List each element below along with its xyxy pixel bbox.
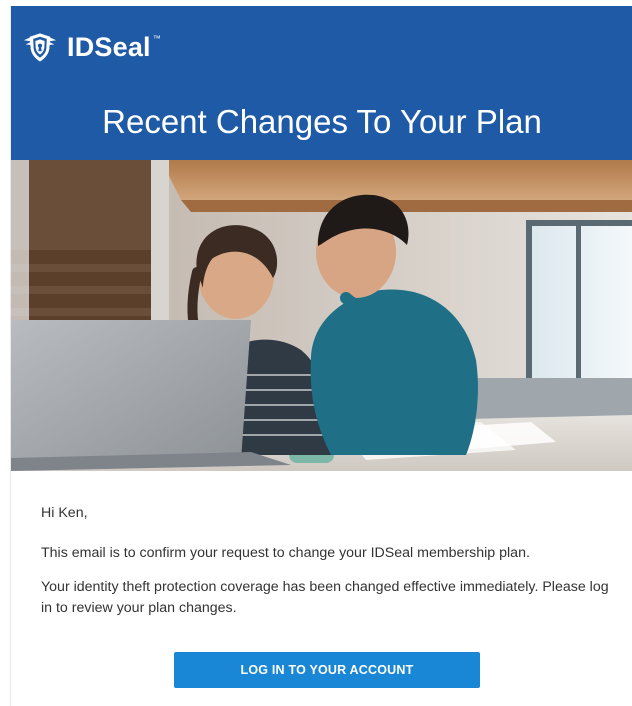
email-frame: IDSeal ™ Recent Changes To Your Plan Hi … bbox=[10, 6, 632, 706]
email-title: Recent Changes To Your Plan bbox=[102, 103, 542, 140]
greeting: Hi Ken, bbox=[41, 505, 88, 521]
brand[interactable]: IDSeal ™ bbox=[23, 30, 161, 64]
hero-photo bbox=[11, 160, 632, 471]
login-account-button[interactable]: LOG IN TO YOUR ACCOUNT bbox=[174, 652, 480, 688]
shield-eagle-icon bbox=[23, 33, 57, 62]
coverage-paragraph: Your identity theft protection coverage … bbox=[41, 579, 609, 616]
email-header: IDSeal ™ Recent Changes To Your Plan bbox=[11, 6, 632, 160]
hero-photo-icon bbox=[11, 160, 632, 471]
trademark-mark: ™ bbox=[152, 34, 161, 43]
confirmation-paragraph: This email is to confirm your request to… bbox=[41, 545, 530, 561]
brand-name: IDSeal bbox=[67, 31, 151, 62]
